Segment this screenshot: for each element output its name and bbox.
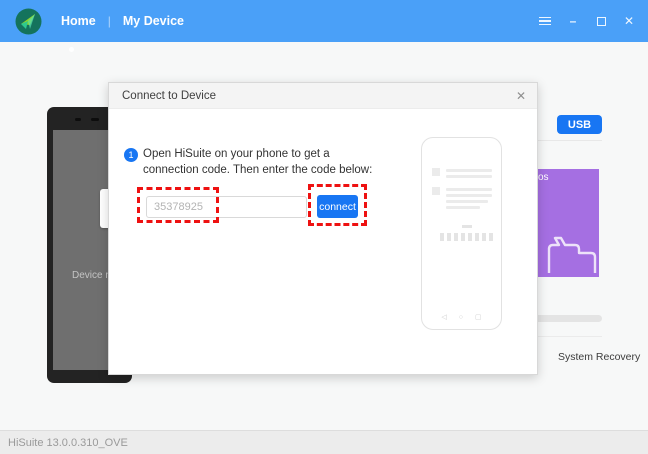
phone-speaker-icon (75, 118, 81, 121)
video-camera-icon (547, 236, 597, 273)
dialog-titlebar: Connect to Device ✕ (109, 83, 537, 109)
status-bar: HiSuite 13.0.0.310_OVE (0, 430, 648, 454)
android-nav-bar: ◁ ○ ▢ (422, 314, 501, 322)
tab-my-device[interactable]: My Device (121, 10, 186, 32)
recents-icon: ▢ (475, 314, 482, 321)
system-recovery-label[interactable]: System Recovery (558, 351, 648, 363)
skeleton-square (432, 168, 440, 176)
phone-camera-icon (91, 118, 99, 121)
app-header: Home | My Device – ✕ (0, 0, 648, 52)
main-nav: Home | My Device (59, 10, 186, 52)
nav-separator: | (107, 14, 111, 28)
usb-mode-button[interactable]: USB (557, 115, 602, 134)
maximize-icon[interactable] (594, 14, 608, 28)
skeleton-square (432, 187, 440, 195)
instruction-text: Open HiSuite on your phone to get a conn… (143, 148, 373, 176)
active-tab-indicator (69, 47, 74, 52)
dialog-close-icon[interactable]: ✕ (516, 90, 526, 102)
tab-home-label: Home (61, 14, 96, 28)
window-controls: – ✕ (538, 14, 648, 28)
mockup-skeleton (422, 138, 501, 241)
tab-home[interactable]: Home (59, 10, 98, 52)
connection-code-input[interactable] (146, 196, 307, 218)
menu-icon[interactable] (538, 14, 552, 28)
dialog-title: Connect to Device (122, 89, 216, 102)
skeleton-dash (461, 225, 472, 228)
version-text: HiSuite 13.0.0.310_OVE (8, 436, 128, 449)
code-digit-boxes (432, 233, 501, 241)
hisuite-window: Home | My Device – ✕ USB os System Recov… (0, 0, 648, 454)
back-icon: ◁ (441, 314, 447, 321)
close-icon[interactable]: ✕ (622, 14, 636, 28)
home-icon: ○ (458, 314, 463, 321)
tab-my-device-label: My Device (122, 14, 185, 28)
connect-button[interactable]: connect (317, 195, 358, 218)
videos-tile-label: os (538, 172, 549, 183)
minimize-icon[interactable]: – (566, 14, 580, 28)
phone-mockup-illustration: ◁ ○ ▢ (421, 137, 502, 330)
connect-to-device-dialog: Connect to Device ✕ 1 Open HiSuite on yo… (108, 82, 538, 375)
step-number-badge: 1 (124, 148, 138, 162)
hisuite-logo-icon (15, 8, 42, 34)
dialog-body: 1 Open HiSuite on your phone to get a co… (109, 109, 537, 375)
